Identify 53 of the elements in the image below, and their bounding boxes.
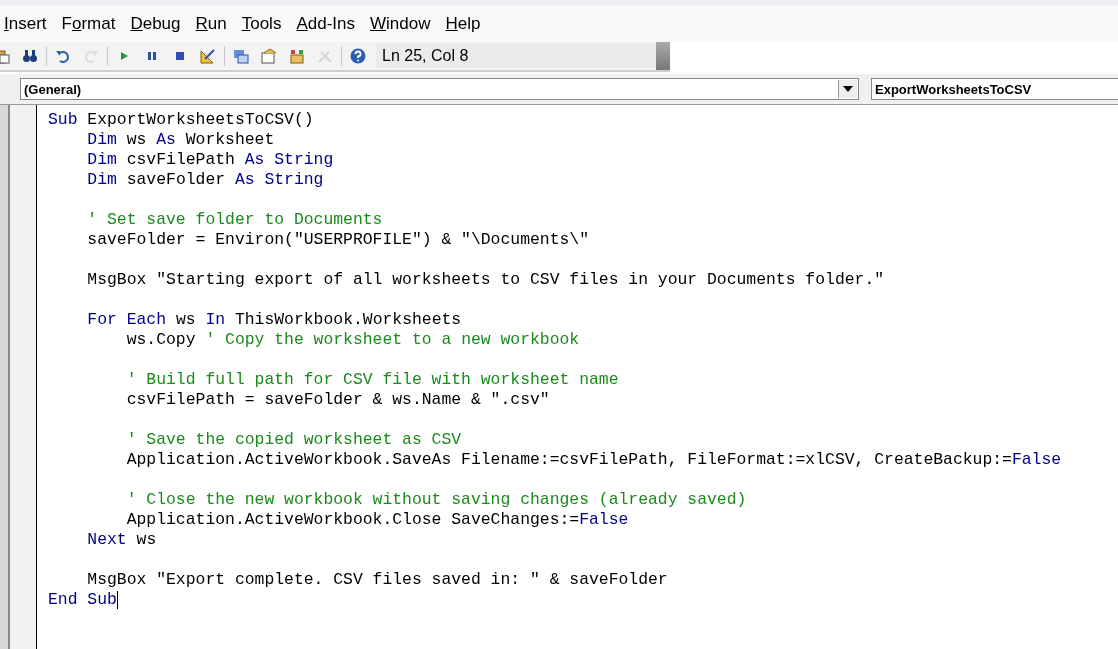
code-text: MsgBox "Export complete. CSV files saved in: " & saveFolder [87, 570, 668, 589]
dropdown-arrow-icon [843, 86, 853, 92]
menu-item[interactable]: Window [364, 14, 437, 34]
keyword-text: Dim [87, 130, 117, 149]
menu-item[interactable]: Debug [124, 14, 187, 34]
keyword-text: Next [87, 530, 127, 549]
code-text: saveFolder [125, 170, 227, 189]
code-text: ws.Copy [126, 330, 197, 349]
code-text: ThisWorkbook.Worksheets [233, 310, 462, 329]
ruler-icon[interactable] [200, 48, 216, 64]
help-icon[interactable] [350, 48, 366, 64]
keyword-text: End Sub [48, 590, 117, 609]
keyword-text: False [1011, 450, 1062, 469]
code-text: csvFilePath = saveFolder & ws.Name & ".csv" [126, 390, 550, 409]
binoculars-icon[interactable] [22, 48, 38, 64]
keyword-text: As String [244, 150, 334, 169]
menu-item[interactable]: Run [189, 14, 233, 34]
code-text: Application.ActiveWorkbook.Close SaveChanges:= [126, 510, 580, 529]
object-dropdown[interactable]: (General) [20, 78, 859, 100]
keyword-text: As [156, 130, 176, 149]
comment-text: ' Copy the worksheet to a new workbook [205, 330, 580, 349]
menu-item[interactable]: Help [439, 14, 487, 34]
comment-text: ' Set save folder to Documents [87, 210, 383, 229]
keyword-text: Dim [87, 150, 117, 169]
undo-icon[interactable] [55, 48, 71, 64]
keyword-text: For Each [87, 310, 167, 329]
code-text: MsgBox "Starting export of all worksheets to CSV files in your Documents folder." [87, 270, 885, 289]
code-text: ws [125, 130, 148, 149]
boxes-icon[interactable] [289, 48, 305, 64]
keyword-text: False [579, 510, 629, 529]
keyword-text: In [205, 310, 226, 329]
menu-item[interactable]: Insert [0, 14, 53, 34]
code-text: saveFolder = Environ("USERPROFILE") & "\Documents\" [87, 230, 589, 249]
procedure-dropdown[interactable]: ExportWorksheetsToCSV [871, 78, 1118, 100]
code-text: ExportWorksheetsToCSV() [86, 110, 314, 129]
code-text: Application.ActiveWorkbook.SaveAs Filename:=csvFilePath, FileFormat:=xlCSV, CreateBackup:= [126, 450, 1012, 469]
keyword-text: Dim [87, 170, 117, 189]
properties-icon[interactable] [261, 48, 277, 64]
code-text: csvFilePath [125, 150, 236, 169]
code-text: ws [174, 310, 197, 329]
comment-text: ' Close the new workbook without saving changes (already saved) [126, 490, 747, 509]
menu-item[interactable]: Format [55, 14, 122, 34]
keyword-text: As String [234, 170, 324, 189]
cursor-position: Ln 25, Col 8 [376, 44, 656, 68]
comment-text: ' Save the copied worksheet as CSV [126, 430, 462, 449]
comment-text: ' Build full path for CSV file with worksheet name [126, 370, 619, 389]
keyword-text: Sub [48, 110, 78, 129]
code-text: Worksheet [184, 130, 275, 149]
code-text: ws [135, 530, 157, 549]
menu-item[interactable]: Tools [235, 14, 288, 34]
text-cursor [116, 590, 118, 609]
menu-item[interactable]: Add-Ins [290, 14, 361, 34]
project-icon[interactable] [233, 48, 249, 64]
